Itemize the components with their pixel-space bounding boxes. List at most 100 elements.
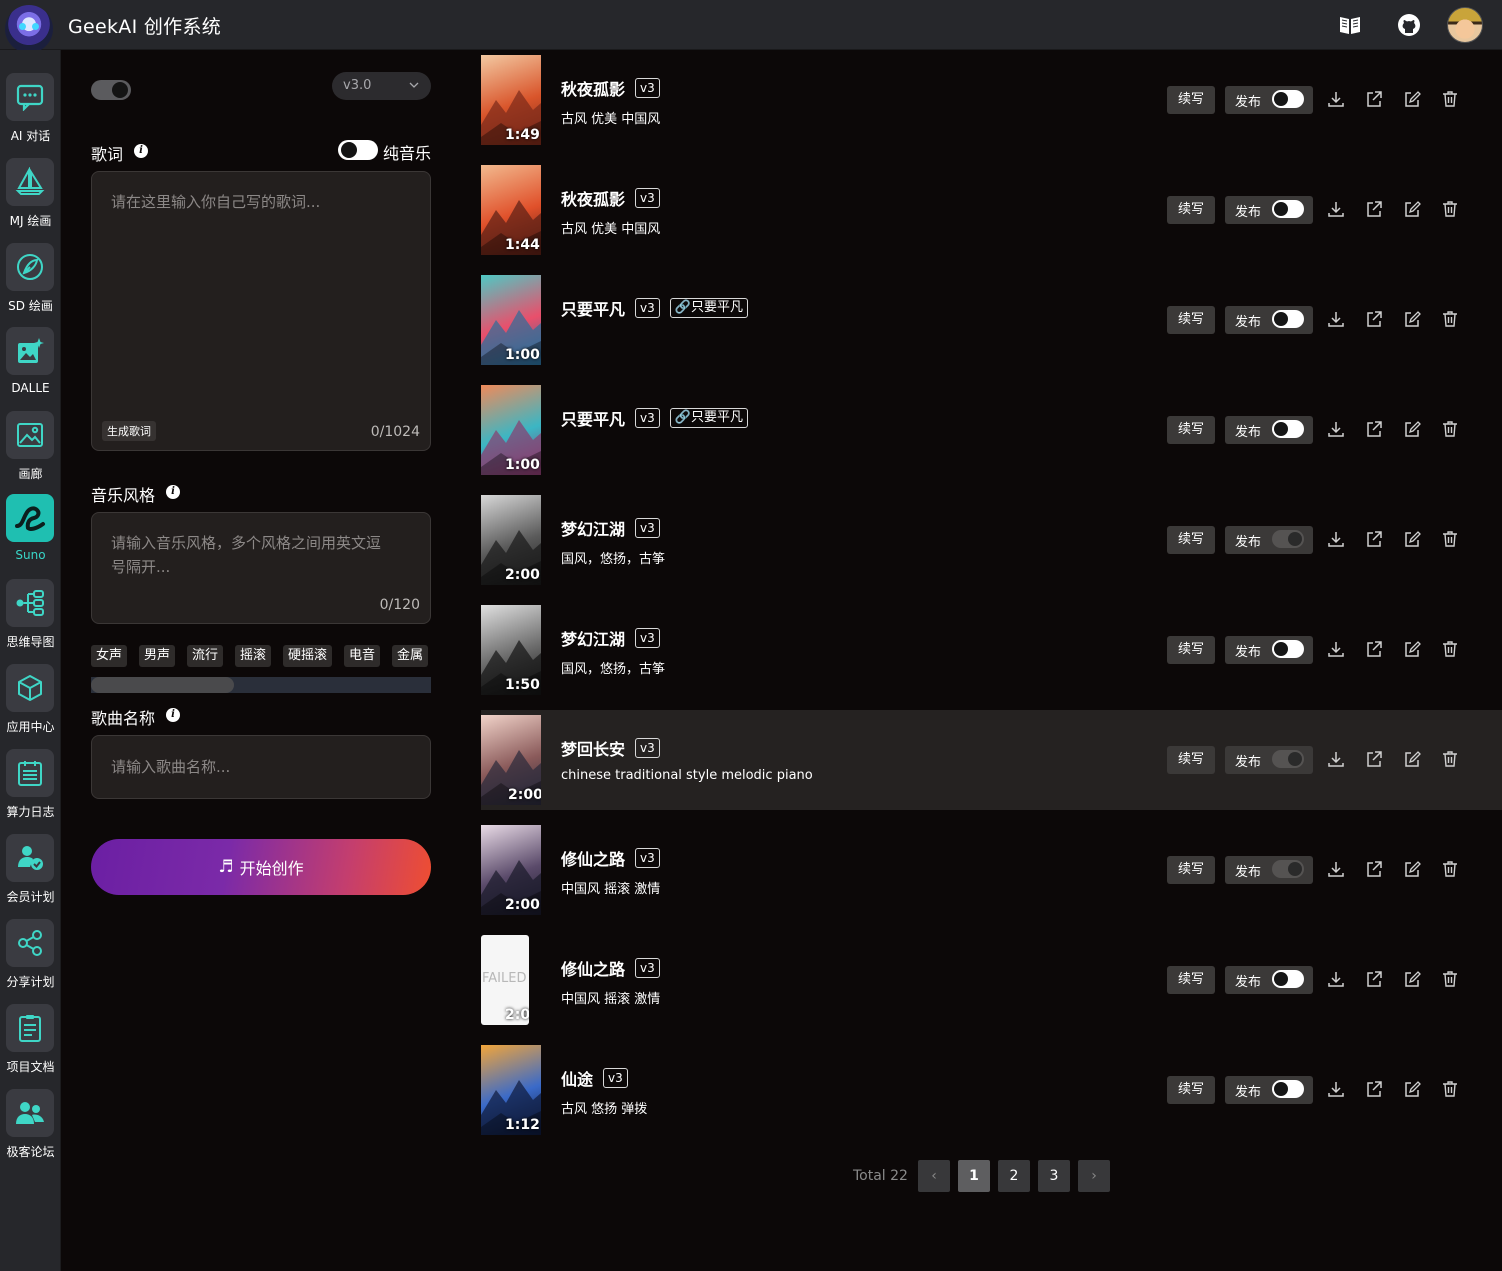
publish-switch[interactable] xyxy=(1272,310,1304,328)
share-icon[interactable] xyxy=(1365,970,1385,990)
continue-button[interactable]: 续写 xyxy=(1167,636,1215,664)
song-row[interactable]: FAILED 2:00 修仙之路 v3 中国风 摇滚 激情 续写 发布 xyxy=(481,930,1502,1030)
trash-icon[interactable] xyxy=(1441,200,1461,220)
song-title[interactable]: 秋夜孤影 xyxy=(561,186,625,210)
style-tag[interactable]: 男声 xyxy=(139,645,176,667)
style-tag[interactable]: 金属 xyxy=(392,645,429,667)
info-icon[interactable]: i xyxy=(134,144,148,158)
info-icon[interactable]: i xyxy=(166,708,180,722)
trash-icon[interactable] xyxy=(1441,90,1461,110)
edit-icon[interactable] xyxy=(1403,860,1423,880)
song-name-input[interactable]: 请输入歌曲名称... xyxy=(91,735,431,799)
song-title[interactable]: 只要平凡 xyxy=(561,406,625,430)
sidebar-item-docs[interactable]: 项目文档 xyxy=(0,1004,61,1084)
publish-toggle-button[interactable]: 发布 xyxy=(1225,966,1313,994)
tags-scrollbar[interactable] xyxy=(91,677,431,693)
trash-icon[interactable] xyxy=(1441,310,1461,330)
trash-icon[interactable] xyxy=(1441,750,1461,770)
info-icon[interactable]: i xyxy=(166,485,180,499)
edit-icon[interactable] xyxy=(1403,310,1423,330)
download-icon[interactable] xyxy=(1327,750,1347,770)
trash-icon[interactable] xyxy=(1441,640,1461,660)
publish-switch[interactable] xyxy=(1272,530,1304,548)
pagination-prev-button[interactable]: ‹ xyxy=(918,1160,950,1192)
style-tag[interactable]: 女声 xyxy=(91,645,128,667)
sidebar-item-mj[interactable]: MJ 绘画 xyxy=(0,158,61,238)
continue-button[interactable]: 续写 xyxy=(1167,966,1215,994)
pagination-page-2[interactable]: 2 xyxy=(998,1160,1030,1192)
continue-button[interactable]: 续写 xyxy=(1167,416,1215,444)
continue-button[interactable]: 续写 xyxy=(1167,196,1215,224)
trash-icon[interactable] xyxy=(1441,860,1461,880)
share-icon[interactable] xyxy=(1365,1080,1385,1100)
song-cover[interactable]: 2:00 xyxy=(481,495,541,585)
publish-switch[interactable] xyxy=(1272,200,1304,218)
geekai-logo[interactable] xyxy=(5,5,53,53)
sidebar-item-mindmap[interactable]: 思维导图 xyxy=(0,579,61,659)
download-icon[interactable] xyxy=(1327,530,1347,550)
publish-switch[interactable] xyxy=(1272,860,1304,878)
song-row[interactable]: 1:12 仙途 v3 古风 悠扬 弹拨 续写 发布 xyxy=(481,1040,1502,1140)
publish-toggle-button[interactable]: 发布 xyxy=(1225,86,1313,114)
edit-icon[interactable] xyxy=(1403,530,1423,550)
continue-button[interactable]: 续写 xyxy=(1167,746,1215,774)
continue-button[interactable]: 续写 xyxy=(1167,306,1215,334)
share-icon[interactable] xyxy=(1365,640,1385,660)
song-row[interactable]: 2:00 梦回长安 v3 chinese traditional style melo… xyxy=(481,710,1502,810)
trash-icon[interactable] xyxy=(1441,420,1461,440)
publish-toggle-button[interactable]: 发布 xyxy=(1225,196,1313,224)
trash-icon[interactable] xyxy=(1441,970,1461,990)
edit-icon[interactable] xyxy=(1403,1080,1423,1100)
trash-icon[interactable] xyxy=(1441,530,1461,550)
style-tag[interactable]: 摇滚 xyxy=(235,645,272,667)
song-row[interactable]: 1:50 梦幻江湖 v3 国风，悠扬，古筝 续写 发布 xyxy=(481,600,1502,700)
style-tag[interactable]: 硬摇滚 xyxy=(283,645,333,667)
song-cover[interactable]: 2:00 xyxy=(481,825,541,915)
edit-icon[interactable] xyxy=(1403,750,1423,770)
instrumental-toggle[interactable] xyxy=(338,140,378,160)
scrollbar-thumb[interactable] xyxy=(91,677,234,693)
user-avatar[interactable] xyxy=(1447,7,1483,43)
song-title[interactable]: 秋夜孤影 xyxy=(561,76,625,100)
sidebar-item-power-log[interactable]: 算力日志 xyxy=(0,749,61,829)
song-cover-failed[interactable]: FAILED 2:00 xyxy=(481,935,529,1025)
publish-toggle-button[interactable]: 发布 xyxy=(1225,306,1313,334)
song-title[interactable]: 修仙之路 xyxy=(561,846,625,870)
reference-song-badge[interactable]: 🔗只要平凡 xyxy=(669,408,748,428)
publish-switch[interactable] xyxy=(1272,420,1304,438)
start-create-button[interactable]: ♬ 开始创作 xyxy=(91,839,431,895)
song-row[interactable]: 2:00 修仙之路 v3 中国风 摇滚 激情 续写 发布 xyxy=(481,820,1502,920)
download-icon[interactable] xyxy=(1327,200,1347,220)
share-icon[interactable] xyxy=(1365,200,1385,220)
edit-icon[interactable] xyxy=(1403,970,1423,990)
song-row[interactable]: 1:44 秋夜孤影 v3 古风 优美 中国风 续写 发布 xyxy=(481,160,1502,260)
download-icon[interactable] xyxy=(1327,640,1347,660)
pagination-page-3[interactable]: 3 xyxy=(1038,1160,1070,1192)
publish-toggle-button[interactable]: 发布 xyxy=(1225,1076,1313,1104)
share-icon[interactable] xyxy=(1365,750,1385,770)
reference-song-badge[interactable]: 🔗只要平凡 xyxy=(669,298,748,318)
song-cover[interactable]: 1:00 xyxy=(481,275,541,365)
share-icon[interactable] xyxy=(1365,860,1385,880)
song-row[interactable]: 1:00 只要平凡 v3 🔗只要平凡 续写 发布 xyxy=(481,270,1502,370)
share-icon[interactable] xyxy=(1365,530,1385,550)
publish-switch[interactable] xyxy=(1272,1080,1304,1098)
publish-switch[interactable] xyxy=(1272,90,1304,108)
custom-mode-toggle[interactable] xyxy=(91,80,131,100)
sidebar-item-dalle[interactable]: DALLE xyxy=(0,327,61,407)
continue-button[interactable]: 续写 xyxy=(1167,1076,1215,1104)
publish-switch[interactable] xyxy=(1272,640,1304,658)
sidebar-item-membership[interactable]: 会员计划 xyxy=(0,834,61,914)
sidebar-item-ai-chat[interactable]: AI 对话 xyxy=(0,73,61,153)
continue-button[interactable]: 续写 xyxy=(1167,86,1215,114)
sidebar-item-app-center[interactable]: 应用中心 xyxy=(0,664,61,744)
song-title[interactable]: 修仙之路 xyxy=(561,956,625,980)
edit-icon[interactable] xyxy=(1403,200,1423,220)
song-cover[interactable]: 1:44 xyxy=(481,165,541,255)
publish-toggle-button[interactable]: 发布 xyxy=(1225,416,1313,444)
share-icon[interactable] xyxy=(1365,420,1385,440)
song-title[interactable]: 梦幻江湖 xyxy=(561,516,625,540)
song-title[interactable]: 只要平凡 xyxy=(561,296,625,320)
song-cover[interactable]: 1:50 xyxy=(481,605,541,695)
continue-button[interactable]: 续写 xyxy=(1167,526,1215,554)
